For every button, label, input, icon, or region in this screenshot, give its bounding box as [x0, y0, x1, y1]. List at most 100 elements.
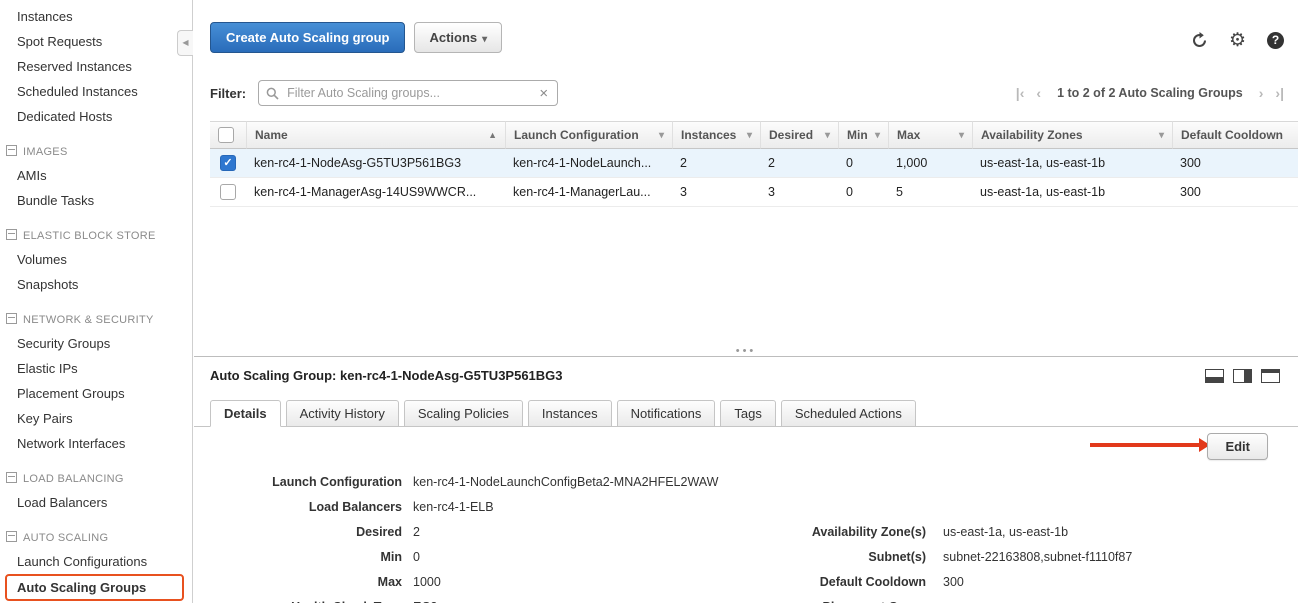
tab-activity-history[interactable]: Activity History: [286, 400, 399, 427]
actions-button[interactable]: Actions▾: [414, 22, 502, 53]
collapse-section-icon[interactable]: [6, 531, 17, 542]
tab-notifications[interactable]: Notifications: [617, 400, 716, 427]
chevron-down-icon: ▾: [659, 130, 664, 141]
cell-launch-configuration: ken-rc4-1-ManagerLau...: [505, 178, 672, 206]
sidebar-item-load-balancers[interactable]: Load Balancers: [0, 490, 192, 515]
sidebar-item-key-pairs[interactable]: Key Pairs: [0, 406, 192, 431]
column-header-name[interactable]: Name▲: [246, 121, 505, 149]
sidebar-item-volumes[interactable]: Volumes: [0, 247, 192, 272]
sidebar-item-snapshots[interactable]: Snapshots: [0, 272, 192, 297]
table-header-row: Name▲ Launch Configuration▾ Instances ▾ D…: [210, 121, 1298, 149]
cell-desired: 3: [760, 178, 838, 206]
field-label: Launch Configuration: [210, 475, 402, 489]
sidebar-item-bundle-tasks[interactable]: Bundle Tasks: [0, 188, 192, 213]
cell-max: 5: [888, 178, 972, 206]
column-label: Instances: [681, 128, 736, 142]
cell-instances: 3: [672, 178, 760, 206]
sidebar-collapse-button[interactable]: ◀: [177, 30, 193, 56]
collapse-section-icon[interactable]: [6, 145, 17, 156]
column-header-min[interactable]: Min▾: [838, 121, 888, 149]
section-label: AUTO SCALING: [23, 532, 108, 544]
sidebar-section-auto-scaling: AUTO SCALING: [0, 527, 192, 549]
column-label: Max: [897, 128, 920, 142]
row-checkbox[interactable]: ✓: [220, 155, 236, 171]
field-label: Placement Group: [714, 600, 926, 603]
tab-instances[interactable]: Instances: [528, 400, 612, 427]
chevron-down-icon: ▾: [1159, 130, 1164, 141]
field-desired: Desired 2: [210, 519, 718, 544]
detail-panel-body: Edit Launch Configuration ken-rc4-1-Node…: [194, 427, 1298, 600]
detail-fields-left: Launch Configuration ken-rc4-1-NodeLaunc…: [210, 469, 718, 603]
sidebar-item-reserved-instances[interactable]: Reserved Instances: [0, 54, 192, 79]
sidebar-item-dedicated-hosts[interactable]: Dedicated Hosts: [0, 104, 192, 129]
detail-tabs: Details Activity History Scaling Policie…: [194, 400, 1298, 427]
sidebar-item-launch-configurations[interactable]: Launch Configurations: [0, 549, 192, 574]
layout-full-pane-icon[interactable]: [1261, 369, 1280, 383]
pagination: |‹ ‹ 1 to 2 of 2 Auto Scaling Groups › ›…: [1016, 85, 1284, 101]
last-page-button[interactable]: ›|: [1275, 85, 1284, 101]
column-header-instances[interactable]: Instances ▾: [672, 121, 760, 149]
layout-bottom-pane-icon[interactable]: [1205, 369, 1224, 383]
first-page-button[interactable]: |‹: [1016, 85, 1025, 101]
sidebar-item-placement-groups[interactable]: Placement Groups: [0, 381, 192, 406]
layout-right-pane-icon[interactable]: [1233, 369, 1252, 383]
sidebar-item-elastic-ips[interactable]: Elastic IPs: [0, 356, 192, 381]
search-input[interactable]: [285, 85, 537, 101]
collapse-section-icon[interactable]: [6, 313, 17, 324]
prev-page-button[interactable]: ‹: [1036, 85, 1041, 101]
table-row[interactable]: ken-rc4-1-ManagerAsg-14US9WWCR... ken-rc…: [210, 178, 1298, 207]
toolbar-icons: ⚙ ?: [1191, 32, 1284, 49]
sidebar-item-scheduled-instances[interactable]: Scheduled Instances: [0, 79, 192, 104]
field-label: Desired: [210, 525, 402, 539]
next-page-button[interactable]: ›: [1259, 85, 1264, 101]
column-header-desired[interactable]: Desired▾: [760, 121, 838, 149]
sidebar-item-security-groups[interactable]: Security Groups: [0, 331, 192, 356]
row-checkbox[interactable]: [220, 184, 236, 200]
section-label: IMAGES: [23, 146, 68, 158]
help-icon[interactable]: ?: [1267, 32, 1284, 49]
clear-search-icon[interactable]: ×: [537, 86, 550, 101]
cell-name: ken-rc4-1-NodeAsg-G5TU3P561BG3: [246, 149, 505, 177]
filter-search-box[interactable]: ×: [258, 80, 558, 106]
edit-button[interactable]: Edit: [1207, 433, 1268, 460]
tab-details[interactable]: Details: [210, 400, 281, 427]
field-label: Min: [210, 550, 402, 564]
field-subnets: Subnet(s) subnet-22163808,subnet-f1110f8…: [714, 544, 1132, 569]
select-all-checkbox[interactable]: [218, 127, 234, 143]
column-header-default-cooldown[interactable]: Default Cooldown: [1172, 121, 1298, 149]
tab-tags[interactable]: Tags: [720, 400, 775, 427]
field-value: 1000: [413, 575, 441, 589]
field-launch-configuration: Launch Configuration ken-rc4-1-NodeLaunc…: [210, 469, 718, 494]
gear-icon[interactable]: ⚙: [1229, 32, 1246, 49]
field-value: 2: [413, 525, 420, 539]
sidebar-item-network-interfaces[interactable]: Network Interfaces: [0, 431, 192, 456]
search-icon: [266, 87, 279, 100]
sidebar-item-spot-requests[interactable]: Spot Requests: [0, 29, 192, 54]
collapse-section-icon[interactable]: [6, 472, 17, 483]
panel-resize-handle[interactable]: •••: [736, 345, 757, 357]
sidebar-item-instances[interactable]: Instances: [0, 4, 192, 29]
field-value: 0: [413, 550, 420, 564]
sidebar-item-amis[interactable]: AMIs: [0, 163, 192, 188]
column-label: Availability Zones: [981, 128, 1083, 142]
column-header-max[interactable]: Max▾: [888, 121, 972, 149]
cell-instances: 2: [672, 149, 760, 177]
create-auto-scaling-group-button[interactable]: Create Auto Scaling group: [210, 22, 405, 53]
cell-default-cooldown: 300: [1172, 178, 1298, 206]
sidebar-item-auto-scaling-groups[interactable]: Auto Scaling Groups: [5, 574, 184, 601]
asg-table: Name▲ Launch Configuration▾ Instances ▾ D…: [210, 121, 1298, 207]
refresh-icon[interactable]: [1191, 32, 1208, 49]
collapse-section-icon[interactable]: [6, 229, 17, 240]
field-max: Max 1000: [210, 569, 718, 594]
column-header-launch-configuration[interactable]: Launch Configuration▾: [505, 121, 672, 149]
sort-asc-icon: ▲: [488, 130, 497, 140]
column-header-availability-zones[interactable]: Availability Zones ▾: [972, 121, 1172, 149]
tab-scaling-policies[interactable]: Scaling Policies: [404, 400, 523, 427]
table-row[interactable]: ✓ ken-rc4-1-NodeAsg-G5TU3P561BG3 ken-rc4…: [210, 149, 1298, 178]
field-label: Health Check Type: [210, 600, 402, 603]
field-label: Subnet(s): [714, 550, 926, 564]
tab-scheduled-actions[interactable]: Scheduled Actions: [781, 400, 916, 427]
chevron-down-icon: ▾: [747, 130, 752, 141]
chevron-down-icon: ▾: [875, 130, 880, 141]
section-label: LOAD BALANCING: [23, 473, 124, 485]
